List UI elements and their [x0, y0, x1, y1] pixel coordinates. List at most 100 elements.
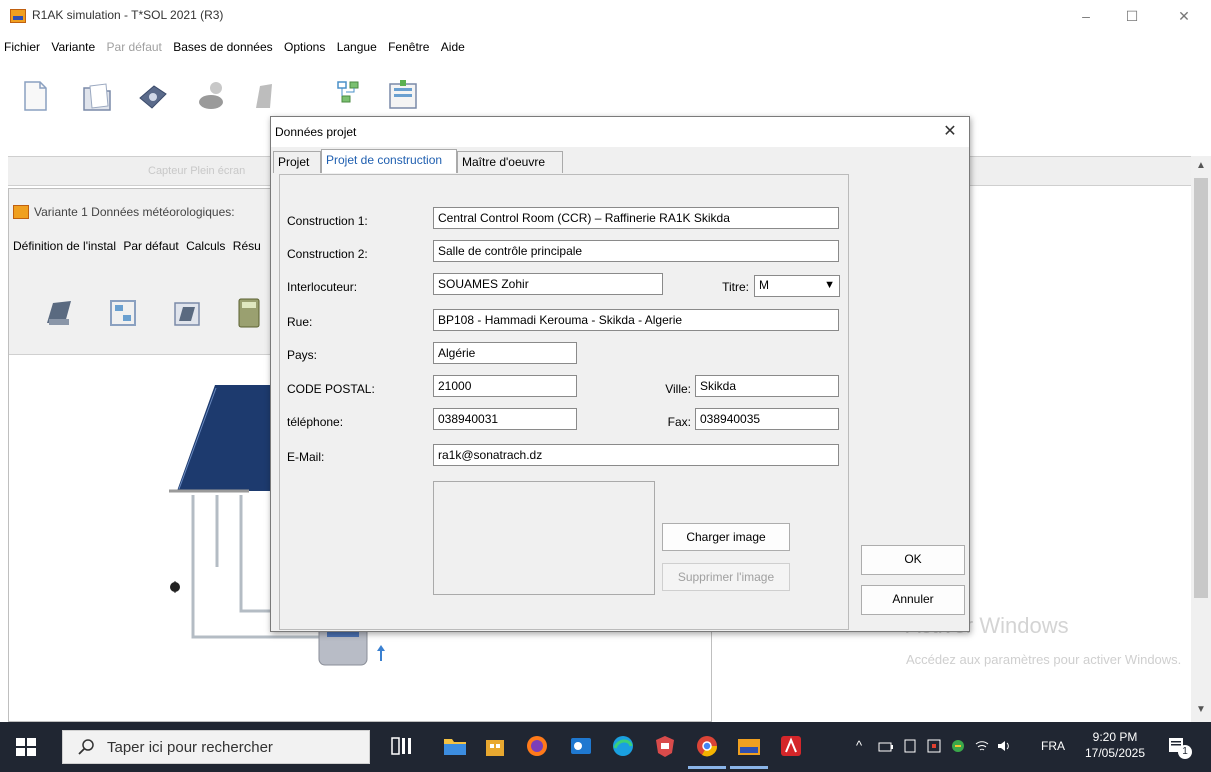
menu-definition-installation[interactable]: Définition de l'instal: [13, 233, 116, 259]
tsol-taskbar-icon[interactable]: [736, 733, 762, 759]
calculator-icon[interactable]: [233, 297, 265, 329]
clock-time: 9:20 PM: [1092, 730, 1138, 744]
titre-value: M: [759, 278, 769, 292]
telephone-input[interactable]: 038940031: [433, 408, 577, 430]
project-data-icon[interactable]: [386, 78, 420, 114]
menu-variant-par-defaut[interactable]: Par défaut: [123, 233, 178, 259]
menu-fenetre[interactable]: Fenêtre: [388, 36, 429, 58]
email-label: E-Mail:: [287, 450, 325, 464]
security-icon[interactable]: [950, 738, 966, 754]
components-icon[interactable]: [332, 78, 366, 114]
tray-chevron-up-icon[interactable]: ^: [856, 738, 862, 753]
dialog-titlebar: Données projet ✕: [271, 117, 969, 147]
save-disk-icon[interactable]: [136, 78, 170, 114]
scroll-thumb[interactable]: [1194, 178, 1208, 598]
fax-label: Fax:: [667, 415, 691, 429]
chevron-down-icon[interactable]: ▼: [824, 279, 835, 291]
ok-button[interactable]: OK: [861, 545, 965, 575]
windows-start-icon[interactable]: [14, 735, 38, 759]
strip-label: Capteur Plein écran: [148, 165, 246, 177]
close-button[interactable]: ✕: [1174, 6, 1194, 26]
app-title: R1AK simulation - T*SOL 2021 (R3): [32, 8, 224, 22]
notification-count: 1: [1178, 745, 1192, 759]
rue-input[interactable]: BP108 - Hammadi Kerouma - Skikda - Alger…: [433, 309, 839, 331]
interlocuteur-input[interactable]: SOUAMES Zohir: [433, 273, 663, 295]
vertical-scrollbar[interactable]: ▲ ▼: [1191, 156, 1211, 722]
weather-icon[interactable]: [196, 78, 230, 114]
task-view-icon[interactable]: [388, 733, 414, 759]
clock-date: 17/05/2025: [1084, 746, 1146, 760]
tsol-app-icon: [10, 9, 26, 23]
scroll-up-icon[interactable]: ▲: [1191, 160, 1211, 171]
outlook-icon[interactable]: [568, 733, 594, 759]
rue-label: Rue:: [287, 315, 313, 329]
interlocuteur-label: Interlocuteur:: [287, 280, 358, 294]
pays-input[interactable]: Algérie: [433, 342, 577, 364]
ville-input[interactable]: Skikda: [695, 375, 839, 397]
activate-windows-subtitle: Accédez aux paramètres pour activer Wind…: [906, 652, 1182, 667]
construction2-label: Construction 2:: [287, 247, 368, 261]
volume-icon[interactable]: [996, 738, 1012, 754]
dialog-close-button[interactable]: ✕: [939, 121, 961, 143]
construction1-input[interactable]: Central Control Room (CCR) – Raffinerie …: [433, 207, 839, 229]
tab-projet[interactable]: Projet: [273, 151, 321, 173]
code-postal-label: CODE POSTAL:: [287, 382, 375, 396]
minimize-button[interactable]: –: [1076, 6, 1096, 26]
load-image-button[interactable]: Charger image: [662, 523, 790, 551]
edge-icon[interactable]: [610, 733, 636, 759]
language-indicator[interactable]: FRA: [1041, 739, 1065, 753]
variant-app-icon: [13, 205, 29, 219]
titre-label: Titre:: [722, 280, 749, 294]
acrobat-icon[interactable]: [778, 733, 804, 759]
clock[interactable]: 9:20 PM 17/05/2025: [1080, 729, 1150, 761]
firefox-icon[interactable]: [524, 733, 550, 759]
tab-projet-de-construction[interactable]: Projet de construction: [321, 149, 457, 173]
maximize-button[interactable]: ☐: [1122, 6, 1142, 26]
email-input[interactable]: ra1k@sonatrach.dz: [433, 444, 839, 466]
code-postal-input[interactable]: 21000: [433, 375, 577, 397]
menu-bar: Fichier Variante Par défaut Bases de don…: [0, 36, 1211, 58]
menu-options[interactable]: Options: [284, 36, 325, 58]
menu-bases-de-donnees[interactable]: Bases de données: [173, 36, 272, 58]
clipboard-icon[interactable]: [926, 738, 942, 754]
pays-label: Pays:: [287, 348, 318, 362]
menu-resultats[interactable]: Résu: [233, 233, 261, 259]
shield-app-icon[interactable]: [652, 733, 678, 759]
tab-maitre-d-oeuvre[interactable]: Maître d'oeuvre: [457, 151, 563, 173]
delete-image-button: Supprimer l'image: [662, 563, 790, 591]
construction1-label: Construction 1:: [287, 214, 368, 228]
menu-par-defaut: Par défaut: [106, 40, 162, 54]
schema-icon[interactable]: [107, 297, 139, 329]
file-explorer-icon[interactable]: [442, 733, 468, 759]
installation-icon[interactable]: [43, 297, 75, 329]
menu-fichier[interactable]: Fichier: [4, 36, 40, 58]
battery-icon[interactable]: [878, 739, 894, 755]
cancel-button[interactable]: Annuler: [861, 585, 965, 615]
new-document-icon[interactable]: [18, 78, 52, 114]
titre-select[interactable]: M ▼: [754, 275, 840, 297]
app-titlebar: R1AK simulation - T*SOL 2021 (R3) – ☐ ✕: [0, 0, 1211, 32]
ville-label: Ville:: [665, 382, 691, 396]
system-icon[interactable]: [250, 78, 284, 114]
scroll-down-icon[interactable]: ▼: [1191, 704, 1211, 715]
menu-langue[interactable]: Langue: [337, 36, 377, 58]
menu-calculs[interactable]: Calculs: [186, 233, 225, 259]
taskbar-search[interactable]: Taper ici pour rechercher: [62, 730, 370, 764]
chrome-active-indicator: [688, 766, 726, 769]
open-folder-icon[interactable]: [80, 78, 114, 114]
variant-title: Variante 1 Données météorologiques:: [34, 205, 235, 219]
wifi-icon[interactable]: [974, 738, 990, 754]
menu-variante[interactable]: Variante: [51, 36, 95, 58]
chrome-icon[interactable]: [694, 733, 720, 759]
project-data-dialog: Données projet ✕ Projet Projet de constr…: [270, 116, 970, 632]
construction2-input[interactable]: Salle de contrôle principale: [433, 240, 839, 262]
notifications-button[interactable]: 1: [1166, 735, 1192, 759]
telephone-label: téléphone:: [287, 415, 344, 429]
windows-taskbar: Taper ici pour rechercher ^ FRA 9:20 PM …: [0, 722, 1211, 772]
menu-aide[interactable]: Aide: [441, 36, 465, 58]
fax-input[interactable]: 038940035: [695, 408, 839, 430]
store-icon[interactable]: [482, 733, 508, 759]
collector-icon[interactable]: [171, 297, 203, 329]
dialog-title: Données projet: [275, 125, 357, 139]
device-icon[interactable]: [902, 738, 918, 754]
